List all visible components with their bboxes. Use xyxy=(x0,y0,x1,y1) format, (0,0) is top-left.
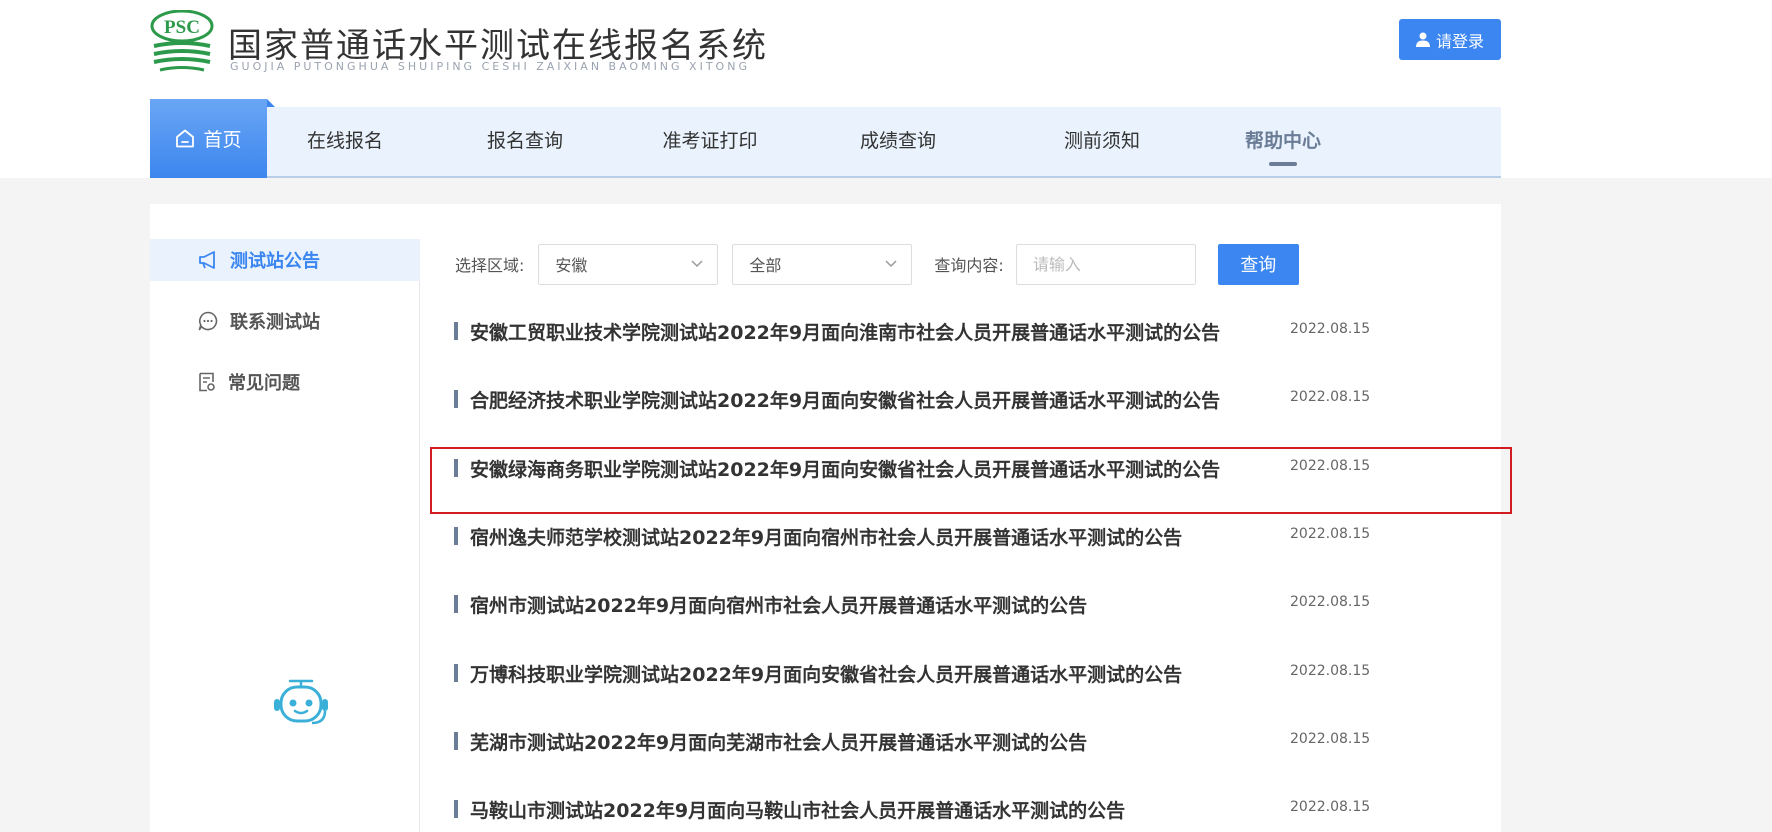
sidebar-item-faq[interactable]: 常见问题 xyxy=(150,361,420,403)
region-select-value: 安徽 xyxy=(555,256,588,275)
login-label: 请登录 xyxy=(1435,31,1484,51)
nav-pretest-notice[interactable]: 测前须知 xyxy=(1037,107,1167,176)
list-item-marker xyxy=(454,732,458,750)
query-label: 查询内容: xyxy=(934,256,1004,275)
login-button[interactable]: 请登录 xyxy=(1399,19,1501,60)
notice-title[interactable]: 合肥经济技术职业学院测试站2022年9月面向安徽省社会人员开展普通话水平测试的公… xyxy=(470,386,1220,413)
list-item[interactable]: 合肥经济技术职业学院测试站2022年9月面向安徽省社会人员开展普通话水平测试的公… xyxy=(440,372,1450,432)
list-item-marker xyxy=(454,527,458,545)
notice-title[interactable]: 安徽绿海商务职业学院测试站2022年9月面向安徽省社会人员开展普通话水平测试的公… xyxy=(470,455,1220,482)
notice-title[interactable]: 马鞍山市测试站2022年9月面向马鞍山市社会人员开展普通话水平测试的公告 xyxy=(470,796,1125,823)
nav-help-center[interactable]: 帮助中心 xyxy=(1223,107,1343,176)
notice-title[interactable]: 万博科技职业学院测试站2022年9月面向安徽省社会人员开展普通话水平测试的公告 xyxy=(470,660,1182,687)
list-item[interactable]: 宿州市测试站2022年9月面向宿州市社会人员开展普通话水平测试的公告 2022.… xyxy=(440,577,1450,637)
sidebar-item-station-notices[interactable]: 测试站公告 xyxy=(150,239,420,281)
search-button[interactable]: 查询 xyxy=(1217,243,1299,285)
chat-icon xyxy=(198,311,218,331)
list-item-marker xyxy=(454,800,458,818)
list-item[interactable]: 马鞍山市测试站2022年9月面向马鞍山市社会人员开展普通话水平测试的公告 202… xyxy=(440,782,1450,832)
region-label: 选择区域: xyxy=(455,256,525,275)
psc-logo-icon: PSC xyxy=(150,10,214,72)
list-item-marker xyxy=(454,595,458,613)
document-icon xyxy=(199,372,215,392)
sidebar-item-contact-station[interactable]: 联系测试站 xyxy=(150,300,420,342)
list-item-marker xyxy=(454,459,458,477)
main-nav: 首页 在线报名 报名查询 准考证打印 成绩查询 测前须知 帮助中心 xyxy=(150,99,1501,178)
list-item[interactable]: 安徽绿海商务职业学院测试站2022年9月面向安徽省社会人员开展普通话水平测试的公… xyxy=(440,441,1450,501)
notice-title[interactable]: 芜湖市测试站2022年9月面向芜湖市社会人员开展普通话水平测试的公告 xyxy=(470,728,1087,755)
megaphone-icon xyxy=(199,251,215,269)
list-item-marker xyxy=(454,664,458,682)
home-icon xyxy=(176,129,195,148)
notice-date: 2022.08.15 xyxy=(1290,594,1371,610)
sidebar-item-label: 测试站公告 xyxy=(230,251,320,272)
notice-date: 2022.08.15 xyxy=(1290,321,1371,337)
user-icon xyxy=(1415,32,1430,47)
list-item[interactable]: 安徽工贸职业技术学院测试站2022年9月面向淮南市社会人员开展普通话水平测试的公… xyxy=(440,304,1450,364)
site-logo[interactable]: PSC 国家普通话水平测试在线报名系统 GUOJIA PUTONGHUA SHU… xyxy=(150,10,766,73)
list-item-marker xyxy=(454,390,458,408)
nav-signup-query[interactable]: 报名查询 xyxy=(465,107,585,176)
notice-date: 2022.08.15 xyxy=(1290,799,1371,815)
sidebar-item-label: 常见问题 xyxy=(228,373,300,394)
nav-score-query[interactable]: 成绩查询 xyxy=(838,107,958,176)
list-item[interactable]: 芜湖市测试站2022年9月面向芜湖市社会人员开展普通话水平测试的公告 2022.… xyxy=(440,714,1450,774)
type-select-value: 全部 xyxy=(749,256,782,275)
chevron-down-icon xyxy=(885,260,897,268)
nav-home[interactable]: 首页 xyxy=(150,99,275,178)
region-select[interactable]: 安徽 xyxy=(538,243,719,285)
notice-title[interactable]: 宿州逸夫师范学校测试站2022年9月面向宿州市社会人员开展普通话水平测试的公告 xyxy=(470,523,1182,550)
notice-date: 2022.08.15 xyxy=(1290,458,1371,474)
nav-online-signup[interactable]: 在线报名 xyxy=(280,107,410,176)
sidebar-item-label: 联系测试站 xyxy=(230,312,320,333)
site-subtitle: GUOJIA PUTONGHUA SHUIPING CESHI ZAIXIAN … xyxy=(230,60,750,73)
notice-date: 2022.08.15 xyxy=(1290,731,1371,747)
list-item-marker xyxy=(454,322,458,340)
notice-date: 2022.08.15 xyxy=(1290,663,1371,679)
query-input[interactable] xyxy=(1015,243,1196,285)
notice-date: 2022.08.15 xyxy=(1290,526,1371,542)
sidebar: 测试站公告 联系测试站 常见问题 xyxy=(150,239,420,832)
nav-home-label: 首页 xyxy=(203,129,242,151)
nav-admission-ticket-print[interactable]: 准考证打印 xyxy=(640,107,780,176)
notice-title[interactable]: 安徽工贸职业技术学院测试站2022年9月面向淮南市社会人员开展普通话水平测试的公… xyxy=(470,318,1220,345)
notice-date: 2022.08.15 xyxy=(1290,389,1371,405)
type-select[interactable]: 全部 xyxy=(732,243,913,285)
content-panel: 测试站公告 联系测试站 常见问题 选择区域: 安徽 全部 查询内容: 请输入 查… xyxy=(150,204,1501,832)
chevron-down-icon xyxy=(691,260,703,268)
list-item[interactable]: 万博科技职业学院测试站2022年9月面向安徽省社会人员开展普通话水平测试的公告 … xyxy=(440,646,1450,706)
robot-assistant-icon[interactable] xyxy=(272,677,330,727)
logo-badge-text: PSC xyxy=(164,17,200,38)
notice-title[interactable]: 宿州市测试站2022年9月面向宿州市社会人员开展普通话水平测试的公告 xyxy=(470,591,1087,618)
filter-bar: 选择区域: 安徽 全部 查询内容: 查询 xyxy=(455,243,1299,285)
list-item[interactable]: 宿州逸夫师范学校测试站2022年9月面向宿州市社会人员开展普通话水平测试的公告 … xyxy=(440,509,1450,569)
